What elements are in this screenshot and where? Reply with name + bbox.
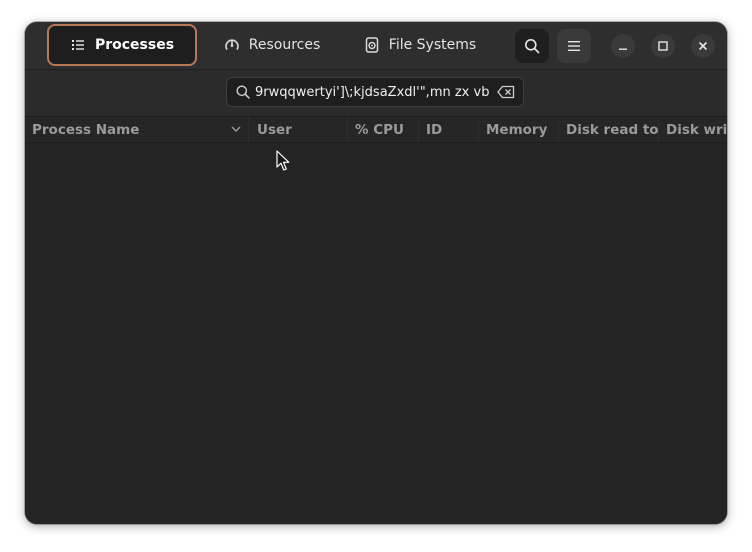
tab-file-systems[interactable]: File Systems [355,24,485,66]
system-monitor-window: Processes Resources File Systems 9rwqqwe… [25,22,727,524]
main-menu-button[interactable] [557,29,591,63]
column-process-name-label: Process Name [32,121,140,138]
column-disk-read-total-label: Disk read total [566,121,659,138]
search-icon [235,84,251,100]
search-input-value: 9rwqqwertyi']\;kjdsaZxdl'",mn zx vb [255,84,490,100]
tab-processes[interactable]: Processes [47,24,197,66]
column-process-name[interactable]: Process Name [25,117,249,142]
search-bar: 9rwqqwertyi']\;kjdsaZxdl'",mn zx vb [25,70,727,117]
column-cpu-label: % CPU [355,121,404,138]
mouse-pointer-icon [276,150,290,171]
column-cpu[interactable]: % CPU [348,117,419,142]
process-list[interactable] [25,143,727,524]
column-id[interactable]: ID [419,117,479,142]
search-entry[interactable]: 9rwqqwertyi']\;kjdsaZxdl'",mn zx vb [226,77,524,107]
tab-processes-label: Processes [94,37,175,53]
column-disk-write-total-label: Disk write total [666,121,727,138]
search-icon [525,39,540,54]
hamburger-menu-icon [568,41,580,51]
column-disk-write-total[interactable]: Disk write total [659,117,727,142]
maximize-button[interactable] [651,34,675,58]
search-input[interactable]: 9rwqqwertyi']\;kjdsaZxdl'",mn zx vb [255,85,493,100]
close-icon [698,41,708,51]
search-toggle-button[interactable] [515,29,549,63]
chevron-down-icon [231,126,241,132]
tab-resources-label: Resources [248,37,321,53]
column-disk-read-total[interactable]: Disk read total [559,117,659,142]
minimize-icon [619,48,627,50]
column-header-row: Process Name User % CPU ID Memory Disk r… [25,117,727,143]
column-memory-label: Memory [486,121,548,138]
backspace-clear-icon[interactable] [497,85,515,99]
maximize-icon [658,41,668,51]
close-button[interactable] [691,34,715,58]
column-user-label: User [257,121,292,138]
column-user[interactable]: User [250,117,348,142]
minimize-button[interactable] [611,34,635,58]
disk-icon [364,37,380,53]
header-bar: Processes Resources File Systems [25,22,727,70]
column-memory[interactable]: Memory [479,117,559,142]
gauge-icon [224,37,240,53]
tab-resources[interactable]: Resources [207,24,337,66]
list-icon [70,37,86,53]
tab-file-systems-label: File Systems [388,37,477,53]
column-id-label: ID [426,121,443,138]
